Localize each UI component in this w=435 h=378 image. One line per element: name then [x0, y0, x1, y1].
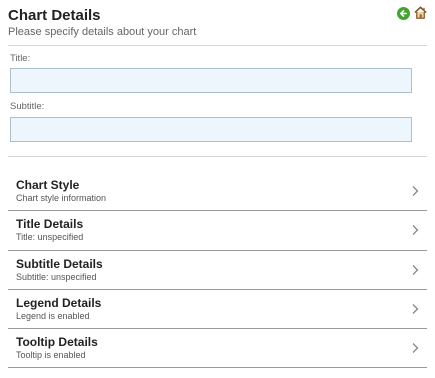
- form-divider: [8, 156, 427, 157]
- list-item-subtitle-details[interactable]: Subtitle Details Subtitle: unspecified: [8, 251, 427, 290]
- list-item-title: Tooltip Details: [16, 335, 98, 350]
- list-item-chart-style[interactable]: Chart Style Chart style information: [8, 172, 427, 212]
- chevron-right-icon: [412, 343, 419, 354]
- list-item-title: Title Details: [16, 217, 84, 232]
- chevron-right-icon: [412, 303, 419, 314]
- list-item-description: Chart style information: [16, 193, 107, 203]
- list-item-title-details[interactable]: Title Details Title: unspecified: [8, 211, 427, 251]
- list-item-description: Tooltip is enabled: [16, 350, 86, 361]
- home-icon: [414, 6, 427, 19]
- list-item-tooltip-details[interactable]: Tooltip Details Tooltip is enabled: [8, 329, 427, 369]
- chevron-right-icon: [412, 225, 419, 236]
- list-item-description: Subtitle: unspecified: [16, 271, 97, 282]
- page-subtitle: Please specify details about your chart: [8, 26, 197, 38]
- list-item-title: Subtitle Details: [16, 256, 103, 271]
- chevron-right-icon: [412, 186, 419, 196]
- list-item-description: Legend is enabled: [16, 310, 90, 321]
- back-button[interactable]: [397, 7, 410, 20]
- chevron-right-icon: [412, 264, 419, 275]
- list-item-title: Legend Details: [16, 295, 102, 310]
- home-button[interactable]: [413, 5, 428, 20]
- page-title: Chart Details: [8, 7, 101, 24]
- subtitle-label: Subtitle:: [10, 101, 45, 112]
- title-label: Title:: [10, 53, 31, 64]
- list-item-title: Chart Style: [16, 178, 80, 192]
- title-input[interactable]: [10, 68, 412, 93]
- list-item-legend-details[interactable]: Legend Details Legend is enabled: [8, 290, 427, 330]
- back-arrow-icon: [399, 9, 408, 18]
- page-header: Chart Details Please specify details abo…: [8, 6, 427, 39]
- header-divider: [8, 45, 427, 46]
- subtitle-input[interactable]: [10, 117, 412, 142]
- details-list: Chart Style Chart style information Titl…: [8, 172, 427, 369]
- list-item-description: Title: unspecified: [16, 232, 84, 243]
